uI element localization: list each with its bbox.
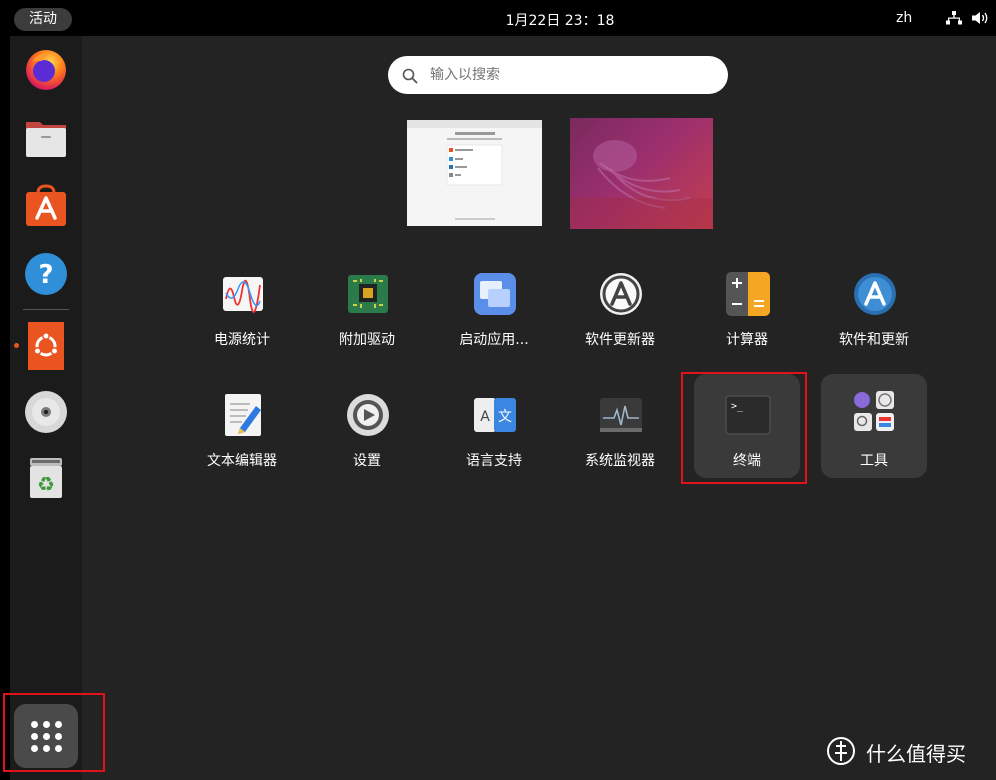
app-power-statistics[interactable]: 电源统计 (189, 259, 295, 363)
svg-text:?: ? (38, 260, 53, 290)
app-label: 软件和更新 (839, 332, 909, 348)
files-icon[interactable] (24, 116, 68, 160)
app-label: 文本编辑器 (207, 453, 277, 469)
help-icon[interactable]: ? (24, 252, 68, 296)
calculator-icon (726, 272, 770, 316)
app-text-editor[interactable]: 文本编辑器 (189, 380, 295, 484)
clock[interactable]: 1月22日 23：18 (460, 10, 660, 30)
app-calculator[interactable]: 计算器 (694, 259, 800, 363)
firefox-icon[interactable] (24, 48, 68, 92)
startup-applications-icon (474, 273, 516, 315)
system-monitor-icon (600, 398, 642, 432)
app-label: 电源统计 (214, 332, 270, 348)
app-software-and-updates[interactable]: 软件和更新 (821, 259, 927, 363)
app-folder-utilities[interactable]: 工具 (821, 374, 927, 478)
terminal-highlight-box (681, 372, 807, 484)
show-apps-highlight-box (3, 693, 105, 772)
running-indicator (14, 343, 19, 348)
trash-icon[interactable]: ♻ (24, 456, 68, 500)
search-icon (402, 68, 418, 84)
power-statistics-icon (223, 277, 263, 313)
ubuntu-installer-icon[interactable] (28, 322, 64, 370)
search-input[interactable] (430, 56, 710, 94)
app-software-updater[interactable]: 软件更新器 (567, 259, 673, 363)
app-label: 设置 (353, 453, 381, 469)
activities-button[interactable]: 活动 (14, 8, 72, 31)
top-bar: 活动 1月22日 23：18 zh (0, 0, 996, 36)
app-settings[interactable]: 设置 (314, 380, 420, 484)
workspace-thumbnail-1[interactable] (407, 120, 542, 226)
watermark-logo-icon (827, 737, 855, 765)
workspace-thumbnail-2[interactable] (570, 118, 713, 229)
utilities-folder-icon (854, 391, 894, 431)
software-updater-icon (600, 273, 642, 315)
text-editor-icon (225, 394, 261, 436)
app-label: 计算器 (726, 332, 768, 348)
app-language-support[interactable]: A 文 语言支持 (441, 380, 547, 484)
app-system-monitor[interactable]: 系统监视器 (567, 380, 673, 484)
svg-text:♻: ♻ (37, 472, 55, 496)
app-startup-applications[interactable]: 启动应用... (441, 259, 547, 363)
input-language-indicator[interactable]: zh (896, 10, 912, 26)
app-label: 软件更新器 (585, 332, 655, 348)
app-label: 语言支持 (466, 453, 522, 469)
installer-window-preview (407, 120, 542, 220)
settings-gear-icon (347, 394, 389, 436)
chip-icon (348, 275, 388, 313)
app-label: 工具 (860, 453, 888, 469)
wallpaper-jellyfish (570, 140, 713, 229)
search-box[interactable] (388, 56, 728, 94)
app-center-icon[interactable] (24, 184, 68, 228)
app-label: 附加驱动 (339, 332, 395, 348)
app-grid-view: 电源统计 附加驱动 启动应用... 软件更新器 (82, 36, 996, 780)
svg-text:文: 文 (498, 409, 512, 425)
network-icon[interactable] (946, 11, 962, 25)
svg-text:A: A (480, 409, 490, 425)
watermark-text: 什么值得买 (866, 742, 966, 766)
software-and-updates-icon (854, 273, 896, 315)
app-additional-drivers[interactable]: 附加驱动 (314, 259, 420, 363)
disc-icon[interactable] (24, 390, 68, 434)
dock-separator (23, 309, 69, 310)
app-label: 启动应用... (459, 332, 529, 348)
app-label: 系统监视器 (585, 453, 655, 469)
language-support-icon: A 文 (474, 398, 516, 432)
volume-icon[interactable] (972, 11, 990, 25)
dock: ? ♻ (10, 36, 82, 780)
